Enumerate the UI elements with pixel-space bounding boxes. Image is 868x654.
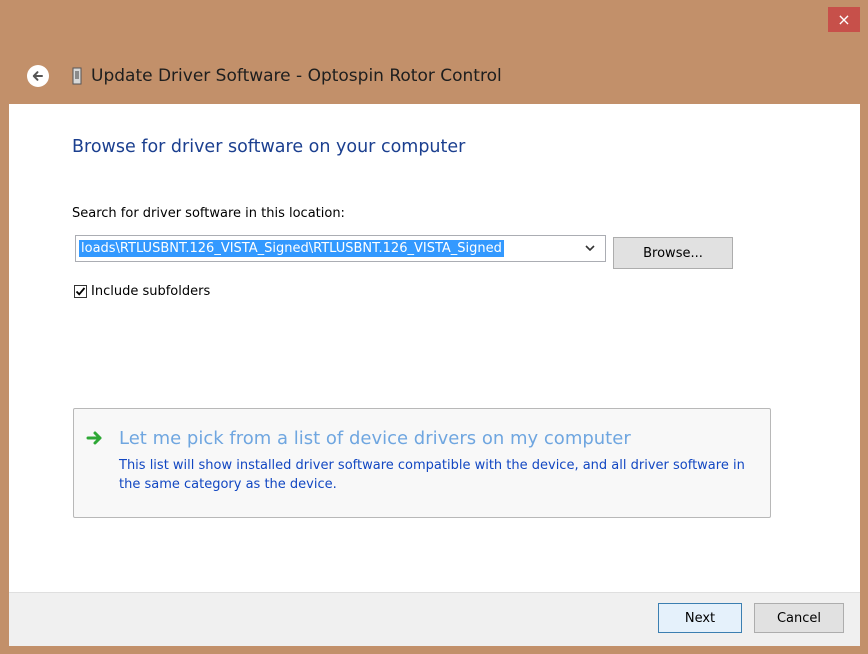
pick-from-list-option[interactable]: Let me pick from a list of device driver… (73, 408, 771, 518)
dialog-window: × Update Driver Software - Optospin Roto… (0, 0, 868, 654)
back-button[interactable] (27, 65, 49, 87)
back-arrow-icon (32, 71, 43, 81)
browse-button[interactable]: Browse... (613, 237, 733, 269)
close-icon: × (837, 10, 851, 29)
cancel-button[interactable]: Cancel (754, 603, 844, 633)
green-arrow-icon (86, 431, 102, 445)
close-button[interactable]: × (828, 7, 860, 32)
device-icon (72, 67, 82, 85)
include-subfolders-row[interactable]: Include subfolders (74, 284, 210, 299)
next-button[interactable]: Next (658, 603, 742, 633)
path-combobox[interactable]: loads\RTLUSBNT.126_VISTA_Signed\RTLUSBNT… (75, 235, 606, 262)
content-panel: Browse for driver software on your compu… (9, 104, 860, 592)
path-input[interactable]: loads\RTLUSBNT.126_VISTA_Signed\RTLUSBNT… (79, 240, 504, 257)
dialog-footer: Next Cancel (9, 592, 860, 646)
checkmark-icon (75, 287, 86, 296)
dropdown-arrow-icon[interactable] (583, 241, 597, 255)
window-title: Update Driver Software - Optospin Rotor … (91, 66, 502, 86)
pick-from-list-title[interactable]: Let me pick from a list of device driver… (119, 428, 631, 449)
include-subfolders-checkbox[interactable] (74, 285, 87, 298)
dialog-header: Update Driver Software - Optospin Rotor … (0, 50, 868, 102)
include-subfolders-label: Include subfolders (91, 284, 211, 299)
page-heading: Browse for driver software on your compu… (72, 137, 466, 157)
pick-from-list-description: This list will show installed driver sof… (119, 458, 745, 492)
search-location-label: Search for driver software in this locat… (72, 206, 345, 221)
